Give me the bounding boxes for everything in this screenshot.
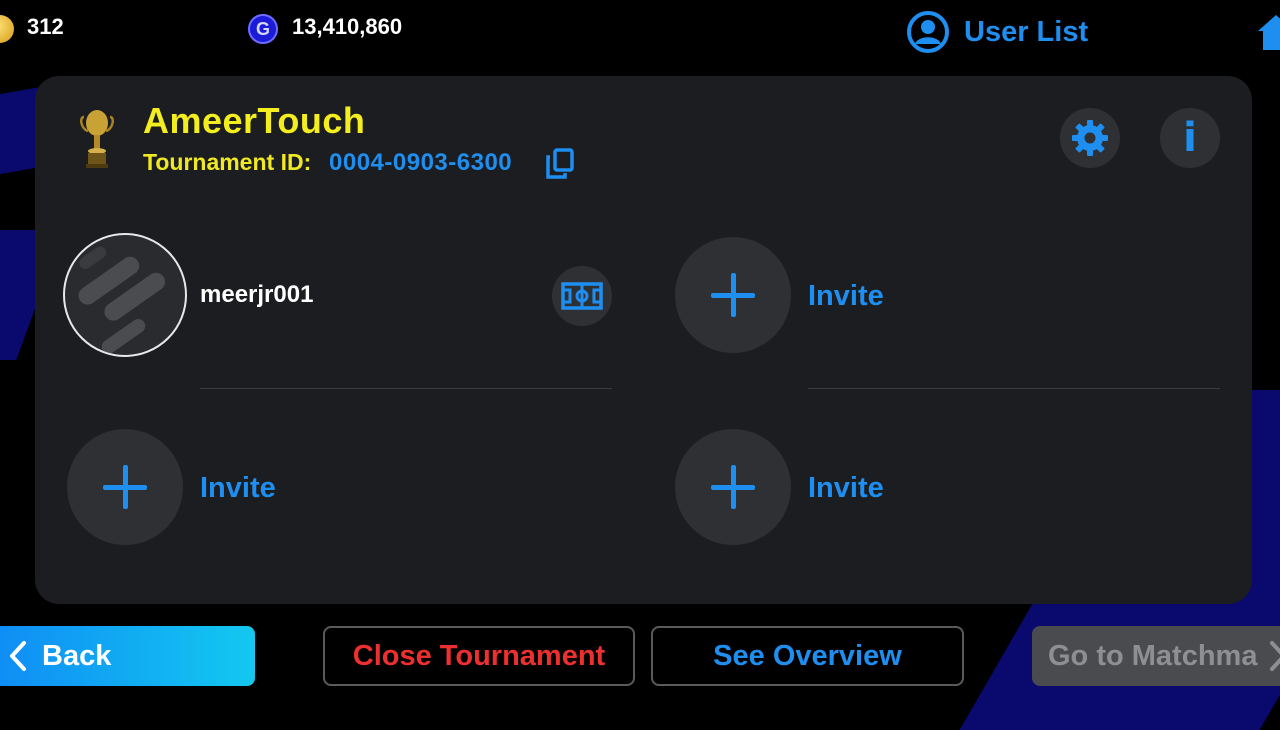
team-formation-button[interactable] <box>552 266 612 326</box>
chevron-right-icon <box>1270 641 1280 671</box>
go-to-matchmaking-button[interactable]: Go to Matchma <box>1032 626 1280 686</box>
invite-label[interactable]: Invite <box>200 472 276 505</box>
user-icon <box>907 11 949 53</box>
home-icon[interactable] <box>1256 12 1280 52</box>
plus-icon <box>711 465 755 509</box>
gp-icon: G <box>248 14 278 44</box>
chevron-left-icon <box>10 641 26 671</box>
see-overview-button[interactable]: See Overview <box>651 626 964 686</box>
close-tournament-button[interactable]: Close Tournament <box>323 626 635 686</box>
trophy-icon <box>79 110 115 168</box>
back-label: Back <box>42 639 112 672</box>
gp-balance: 13,410,860 <box>292 14 403 39</box>
tournament-name: AmeerTouch <box>143 100 366 141</box>
coin-balance: 312 <box>27 14 64 39</box>
invite-label[interactable]: Invite <box>808 280 884 313</box>
top-bar: 312 G 13,410,860 User List <box>0 0 1280 64</box>
gear-icon <box>1072 120 1108 156</box>
info-button[interactable]: i <box>1160 108 1220 168</box>
info-icon: i <box>1183 115 1197 161</box>
go-to-matchmaking-label: Go to Matchma <box>1048 639 1258 672</box>
user-list-label: User List <box>964 15 1089 48</box>
member-name: meerjr001 <box>200 281 314 308</box>
member-avatar[interactable] <box>63 233 187 357</box>
coin-icon <box>0 15 14 43</box>
settings-button[interactable] <box>1060 108 1120 168</box>
plus-icon <box>711 273 755 317</box>
user-list-button[interactable]: User List <box>906 10 1088 54</box>
tournament-id-label: Tournament ID: <box>143 149 312 175</box>
invite-slot-button[interactable] <box>675 237 791 353</box>
plus-icon <box>103 465 147 509</box>
invite-slot-button[interactable] <box>675 429 791 545</box>
copy-icon[interactable] <box>545 148 575 180</box>
pitch-icon <box>561 282 603 310</box>
invite-slot-button[interactable] <box>67 429 183 545</box>
default-avatar-icon <box>78 246 166 354</box>
back-button[interactable]: Back <box>0 626 255 686</box>
slot-divider-left <box>200 388 612 389</box>
tournament-id-value: 0004-0903-6300 <box>329 149 513 176</box>
slot-divider-right <box>808 388 1220 389</box>
invite-label[interactable]: Invite <box>808 472 884 505</box>
